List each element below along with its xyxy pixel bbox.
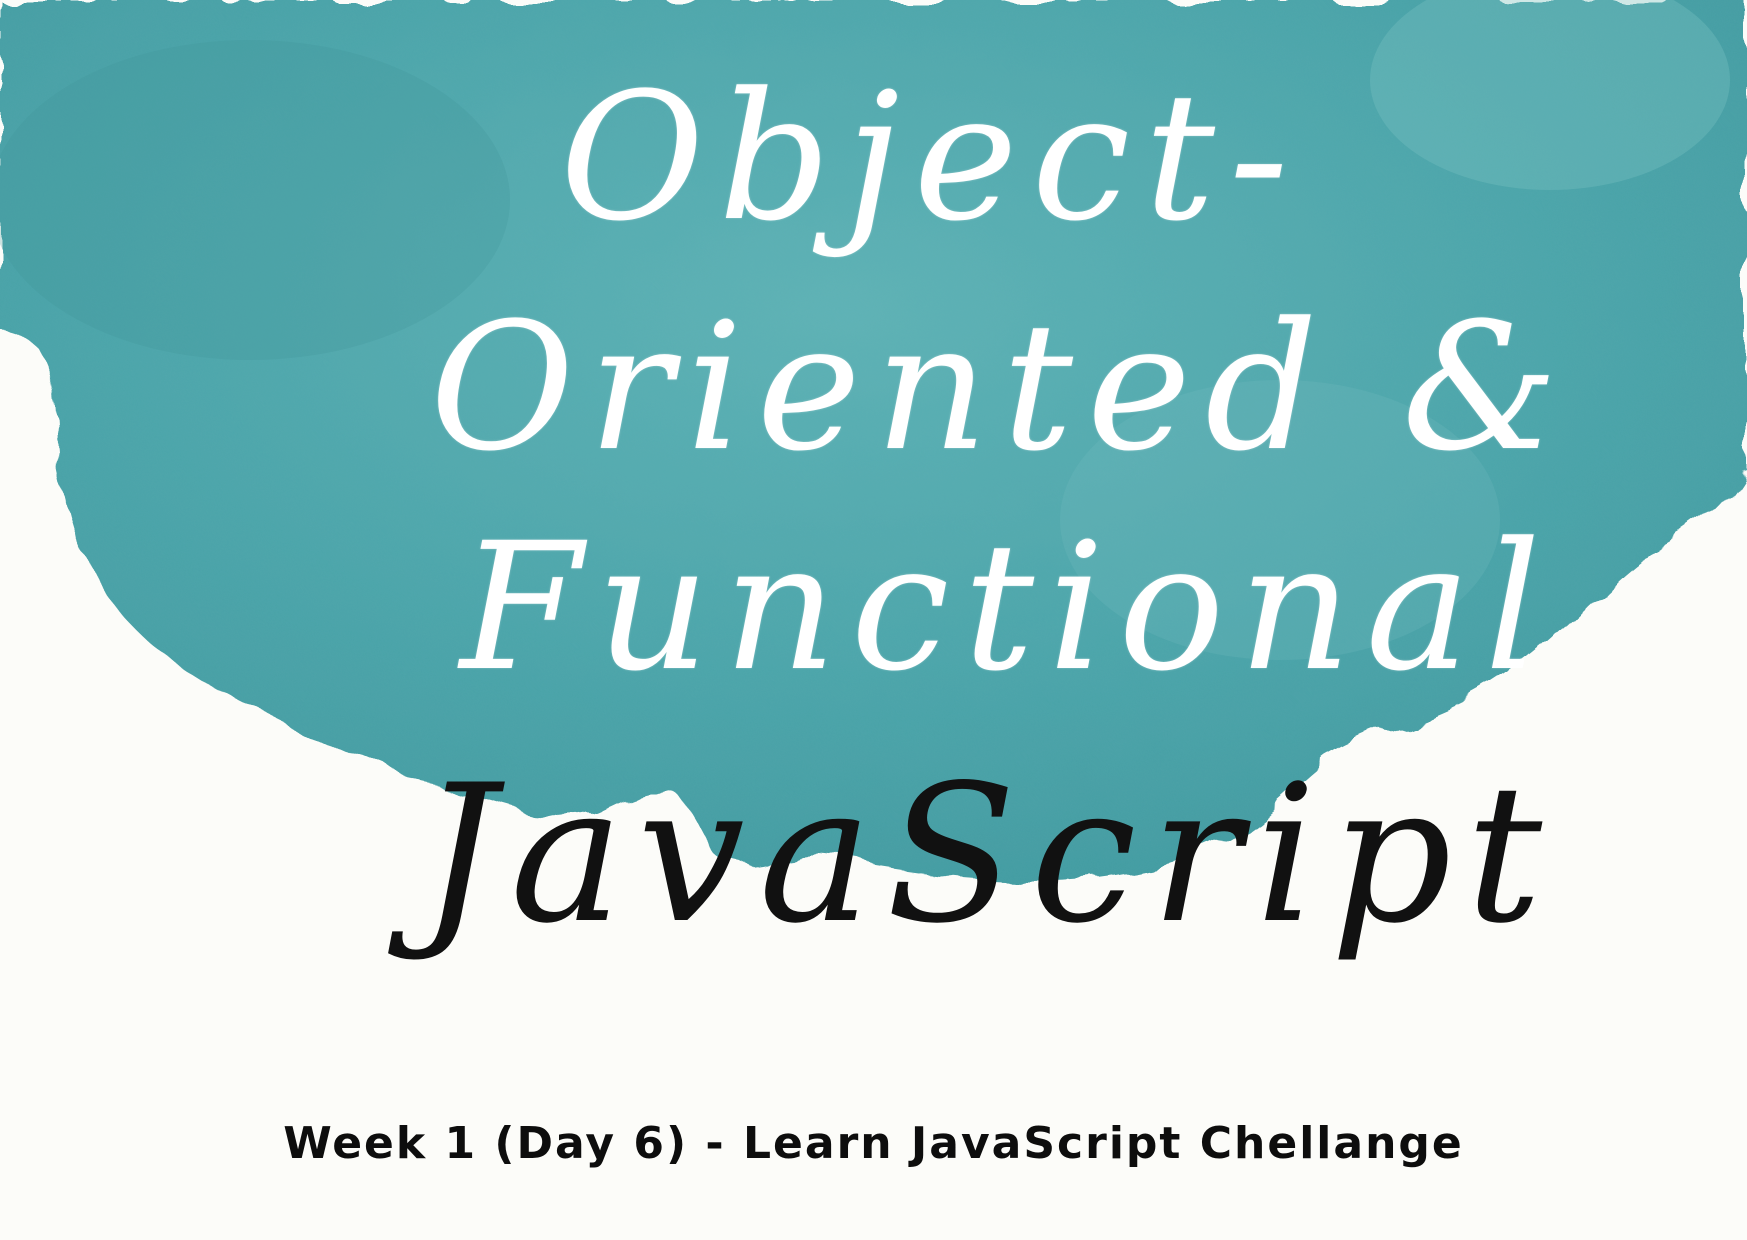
title-line-oriented: Oriented & [430, 285, 1573, 490]
subtitle-caption: Week 1 (Day 6) - Learn JavaScript Chella… [283, 1118, 1464, 1169]
title-line-javascript: JavaScript [420, 744, 1557, 965]
title-line-functional: Functional [460, 505, 1555, 710]
cover-canvas: Object- Oriented & Functional JavaScript… [0, 0, 1747, 1240]
title-line-object: Object- [560, 55, 1303, 260]
